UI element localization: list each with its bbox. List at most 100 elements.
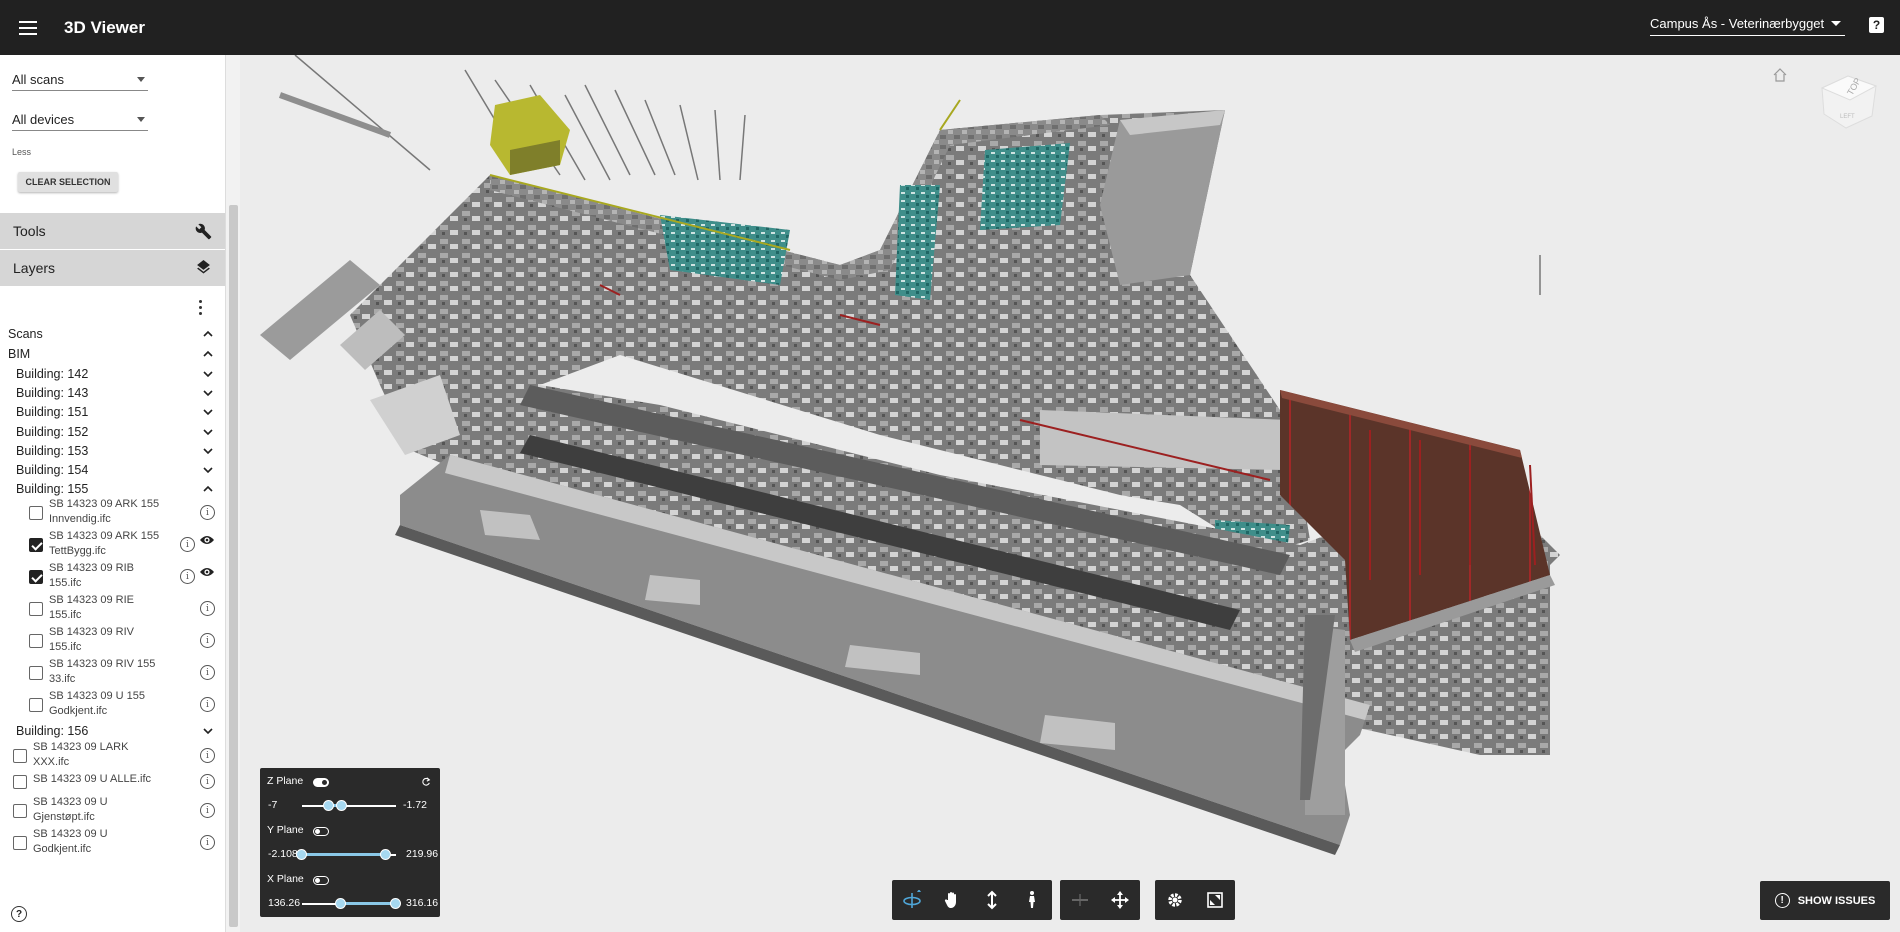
chevron-down-icon [203, 409, 213, 416]
info-icon[interactable]: i [180, 569, 195, 584]
layer-file-name: SB 14323 09 U [33, 796, 108, 808]
move-icon [1111, 891, 1129, 909]
layer-file-name: SB 14323 09 RIB [49, 562, 135, 574]
x-plane-toggle[interactable] [313, 876, 329, 885]
y-plane-max: 219.96 [406, 848, 439, 860]
layer-checkbox[interactable] [29, 666, 43, 680]
layer-checkbox[interactable] [13, 775, 27, 789]
chevron-down-icon [203, 728, 213, 735]
tree-section-scans[interactable]: Scans [0, 326, 226, 342]
x-plane-label: X Plane [267, 873, 304, 885]
tree-building-item[interactable]: Building: 155 [0, 481, 226, 497]
y-plane-max-handle[interactable] [380, 849, 391, 860]
help-circle-icon[interactable]: ? [11, 906, 27, 922]
layer-file-name: SB 14323 09 ARK 155 [49, 498, 160, 510]
layer-file-item: SB 14323 09 ARK 155 TettBygg.ifc i [0, 529, 226, 561]
layer-checkbox[interactable] [13, 836, 27, 850]
info-icon[interactable]: i [200, 633, 215, 648]
chevron-down-icon [203, 390, 213, 397]
scans-filter-value: All scans [12, 72, 65, 87]
x-plane-min-handle[interactable] [335, 898, 346, 909]
tree-building-label: Building: 155 [16, 482, 89, 496]
show-issues-button[interactable]: ! SHOW ISSUES [1760, 881, 1890, 920]
tree-building-item[interactable]: Building: 142 [0, 366, 226, 382]
sidebar-scrollbar[interactable] [229, 205, 238, 927]
chevron-up-icon [203, 350, 213, 357]
less-link[interactable]: Less [12, 147, 31, 157]
layer-checkbox[interactable] [29, 634, 43, 648]
layer-checkbox[interactable] [29, 570, 43, 584]
layer-checkbox[interactable] [13, 749, 27, 763]
layer-checkbox[interactable] [29, 602, 43, 616]
show-issues-label: SHOW ISSUES [1797, 894, 1876, 907]
devices-filter-value: All devices [12, 112, 75, 127]
layer-checkbox[interactable] [13, 804, 27, 818]
tree-section-bim[interactable]: BIM [0, 346, 226, 362]
info-icon[interactable]: i [180, 537, 195, 552]
tree-building-item[interactable]: Building: 154 [0, 462, 226, 478]
tree-section-label: Scans [8, 327, 43, 341]
project-select[interactable]: Campus Ås - Veterinærbygget [1650, 12, 1845, 36]
view-cube[interactable]: TOP LEFT [1818, 66, 1880, 136]
info-icon[interactable]: i [200, 774, 215, 789]
move-button[interactable] [1100, 880, 1140, 920]
section-button[interactable] [1060, 880, 1100, 920]
3d-viewport[interactable] [240, 55, 1900, 932]
info-icon[interactable]: i [200, 748, 215, 763]
z-plane-max-handle[interactable] [336, 800, 347, 811]
z-plane-min-handle[interactable] [323, 800, 334, 811]
pan-icon [944, 892, 956, 908]
y-plane-min-handle[interactable] [296, 849, 307, 860]
layer-file-item: SB 14323 09 ARK 155 Innvendig.ifc i [0, 497, 226, 529]
vertical-move-button[interactable] [972, 880, 1012, 920]
more-options-button[interactable] [194, 298, 206, 316]
layer-checkbox[interactable] [29, 538, 43, 552]
walk-button[interactable] [1012, 880, 1052, 920]
tools-label: Tools [13, 223, 46, 239]
layer-file-item: SB 14323 09 RIV 155.ifc i [0, 625, 226, 657]
tree-building-item[interactable]: Building: 143 [0, 385, 226, 401]
tree-building-item[interactable]: Building: 152 [0, 424, 226, 440]
pan-button[interactable] [932, 880, 972, 920]
refresh-icon[interactable] [421, 777, 431, 787]
tools-panel-header[interactable]: Tools [0, 213, 225, 249]
info-icon[interactable]: i [200, 601, 215, 616]
scans-filter-select[interactable]: All scans [12, 69, 148, 91]
layer-file-name-cont: Godkjent.ifc [33, 843, 92, 855]
info-icon[interactable]: i [200, 505, 215, 520]
clear-selection-button[interactable]: CLEAR SELECTION [18, 172, 118, 192]
bim-model-render [260, 55, 1560, 855]
z-plane-slider[interactable] [302, 805, 396, 807]
layer-file-name: SB 14323 09 RIE [49, 594, 135, 606]
tree-building-label: Building: 156 [16, 724, 89, 738]
menu-button[interactable] [0, 0, 56, 55]
layer-file-name-cont: 155.ifc [49, 577, 82, 589]
info-icon[interactable]: i [200, 835, 215, 850]
home-icon[interactable] [1772, 67, 1788, 83]
eye-icon[interactable] [199, 534, 215, 546]
fullscreen-icon [1207, 892, 1223, 908]
settings-button[interactable] [1155, 880, 1195, 920]
layers-panel-header[interactable]: Layers [0, 250, 225, 286]
layer-checkbox[interactable] [29, 698, 43, 712]
help-button[interactable]: ? [1869, 17, 1884, 33]
layer-file-item: SB 14323 09 U Gjenstøpt.ifc i [0, 795, 226, 827]
layer-checkbox[interactable] [29, 506, 43, 520]
tree-building-item[interactable]: Building: 151 [0, 404, 226, 420]
z-plane-toggle[interactable] [313, 778, 329, 787]
layers-icon [197, 259, 210, 274]
tree-building-item[interactable]: Building: 153 [0, 443, 226, 459]
devices-filter-select[interactable]: All devices [12, 109, 148, 131]
orbit-button[interactable] [892, 880, 932, 920]
fullscreen-button[interactable] [1195, 880, 1235, 920]
tree-building-item[interactable]: Building: 156 [0, 723, 226, 739]
eye-icon[interactable] [199, 566, 215, 578]
info-icon[interactable]: i [200, 803, 215, 818]
view-toolbar [1155, 880, 1235, 920]
x-plane-max-handle[interactable] [390, 898, 401, 909]
info-icon[interactable]: i [200, 697, 215, 712]
tree-building-label: Building: 143 [16, 386, 89, 400]
y-plane-min: -2.108 [268, 848, 298, 860]
y-plane-toggle[interactable] [313, 827, 329, 836]
info-icon[interactable]: i [200, 665, 215, 680]
